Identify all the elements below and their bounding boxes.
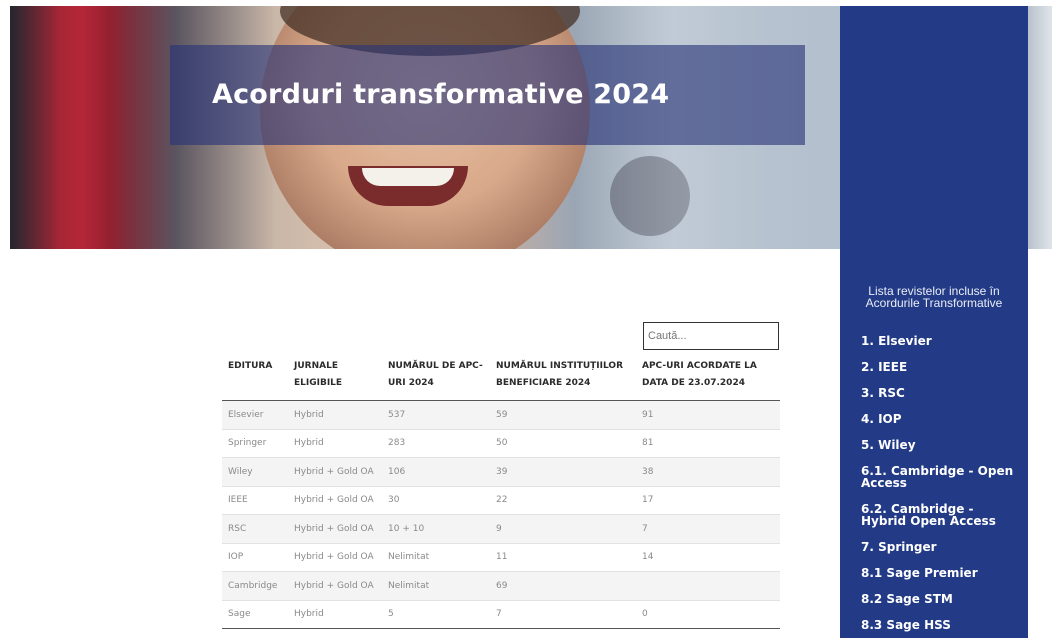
cell-apc-count: Nelimitat: [382, 571, 490, 601]
page-title: Acorduri transformative 2024: [212, 79, 670, 110]
cell-journals: Hybrid: [288, 600, 382, 629]
hero-title-box: Acorduri transformative 2024: [170, 45, 805, 145]
cell-publisher: IOP: [222, 543, 288, 572]
cell-institutions: 7: [490, 600, 636, 629]
page: Acorduri transformative 2024 EDITURA JUR…: [0, 0, 1052, 638]
sidebar-item-sage-hss[interactable]: 8.3 Sage HSS: [861, 619, 1021, 631]
sidebar-item-sage-stm[interactable]: 8.2 Sage STM: [861, 593, 1021, 605]
table-row: IOP Hybrid + Gold OA Nelimitat 11 14: [222, 543, 780, 572]
cell-journals: Hybrid + Gold OA: [288, 571, 382, 601]
cell-apc-count: 5: [382, 600, 490, 629]
cell-apc-count: 30: [382, 486, 490, 515]
column-header-institutions[interactable]: NUMĂRUL INSTITUȚIILOR BENEFICIARE 2024: [490, 352, 636, 401]
cell-apc-count: Nelimitat: [382, 543, 490, 572]
cell-journals: Hybrid + Gold OA: [288, 514, 382, 544]
agreements-table: EDITURA JURNALE ELIGIBILE NUMĂRUL DE APC…: [222, 352, 780, 629]
journals-sidebar: Lista revistelor incluse în Acordurile T…: [840, 249, 1028, 638]
hero-right-edge: [1028, 6, 1052, 249]
sidebar-item-rsc[interactable]: 3. RSC: [861, 387, 1021, 399]
cell-apc-count: 537: [382, 400, 490, 430]
sidebar-item-sage-premier[interactable]: 8.1 Sage Premier: [861, 567, 1021, 579]
cell-apc-granted: 0: [636, 600, 780, 629]
cell-publisher: Wiley: [222, 457, 288, 487]
cell-journals: Hybrid + Gold OA: [288, 543, 382, 572]
cell-apc-granted: 14: [636, 543, 780, 572]
cell-apc-count: 106: [382, 457, 490, 487]
cell-journals: Hybrid + Gold OA: [288, 457, 382, 487]
cell-institutions: 50: [490, 429, 636, 458]
table-header-row: EDITURA JURNALE ELIGIBILE NUMĂRUL DE APC…: [222, 352, 780, 401]
cell-apc-granted: [636, 571, 780, 601]
cell-institutions: 22: [490, 486, 636, 515]
column-header-eligible-journals[interactable]: JURNALE ELIGIBILE: [288, 352, 382, 401]
column-header-apc-count[interactable]: NUMĂRUL DE APC-URI 2024: [382, 352, 490, 401]
cell-apc-granted: 17: [636, 486, 780, 515]
cell-institutions: 9: [490, 514, 636, 544]
cell-publisher: Elsevier: [222, 400, 288, 430]
sidebar-item-ieee[interactable]: 2. IEEE: [861, 361, 1021, 373]
cell-journals: Hybrid + Gold OA: [288, 486, 382, 515]
sidebar-item-springer[interactable]: 7. Springer: [861, 541, 1021, 553]
cell-apc-count: 10 + 10: [382, 514, 490, 544]
cell-journals: Hybrid: [288, 400, 382, 430]
search-input[interactable]: [643, 322, 779, 350]
hero-photo-teeth: [362, 168, 454, 186]
sidebar-list: 1. Elsevier 2. IEEE 3. RSC 4. IOP 5. Wil…: [861, 335, 1021, 638]
cell-institutions: 59: [490, 400, 636, 430]
cell-apc-count: 283: [382, 429, 490, 458]
cell-publisher: RSC: [222, 514, 288, 544]
cell-apc-granted: 91: [636, 400, 780, 430]
table-row: RSC Hybrid + Gold OA 10 + 10 9 7: [222, 514, 780, 544]
table-row: Wiley Hybrid + Gold OA 106 39 38: [222, 457, 780, 487]
cell-institutions: 39: [490, 457, 636, 487]
sidebar-item-wiley[interactable]: 5. Wiley: [861, 439, 1021, 451]
sidebar-heading: Lista revistelor incluse în Acordurile T…: [865, 284, 1003, 310]
sidebar-item-iop[interactable]: 4. IOP: [861, 413, 1021, 425]
table-row: Cambridge Hybrid + Gold OA Nelimitat 69: [222, 571, 780, 601]
cell-apc-granted: 81: [636, 429, 780, 458]
cell-publisher: Sage: [222, 600, 288, 629]
cell-apc-granted: 38: [636, 457, 780, 487]
cell-institutions: 69: [490, 571, 636, 601]
cell-publisher: Springer: [222, 429, 288, 458]
column-header-publisher[interactable]: EDITURA: [222, 352, 288, 401]
sidebar-item-elsevier[interactable]: 1. Elsevier: [861, 335, 1021, 347]
cell-publisher: IEEE: [222, 486, 288, 515]
sidebar-item-cambridge-hybrid-open-access[interactable]: 6.2. Cambridge - Hybrid Open Access: [861, 503, 1021, 527]
table-row: IEEE Hybrid + Gold OA 30 22 17: [222, 486, 780, 515]
sidebar-item-cambridge-open-access[interactable]: 6.1. Cambridge - Open Access: [861, 465, 1021, 489]
cell-publisher: Cambridge: [222, 571, 288, 601]
table-row: Sage Hybrid 5 7 0: [222, 600, 780, 629]
column-header-apc-granted[interactable]: APC-URI ACORDATE LA DATA DE 23.07.2024: [636, 352, 780, 401]
cell-journals: Hybrid: [288, 429, 382, 458]
table-row: Elsevier Hybrid 537 59 91: [222, 400, 780, 430]
cell-apc-granted: 7: [636, 514, 780, 544]
cell-institutions: 11: [490, 543, 636, 572]
table-row: Springer Hybrid 283 50 81: [222, 429, 780, 458]
hero-background-left: [10, 6, 130, 249]
sidebar-top-block: [840, 6, 1028, 249]
